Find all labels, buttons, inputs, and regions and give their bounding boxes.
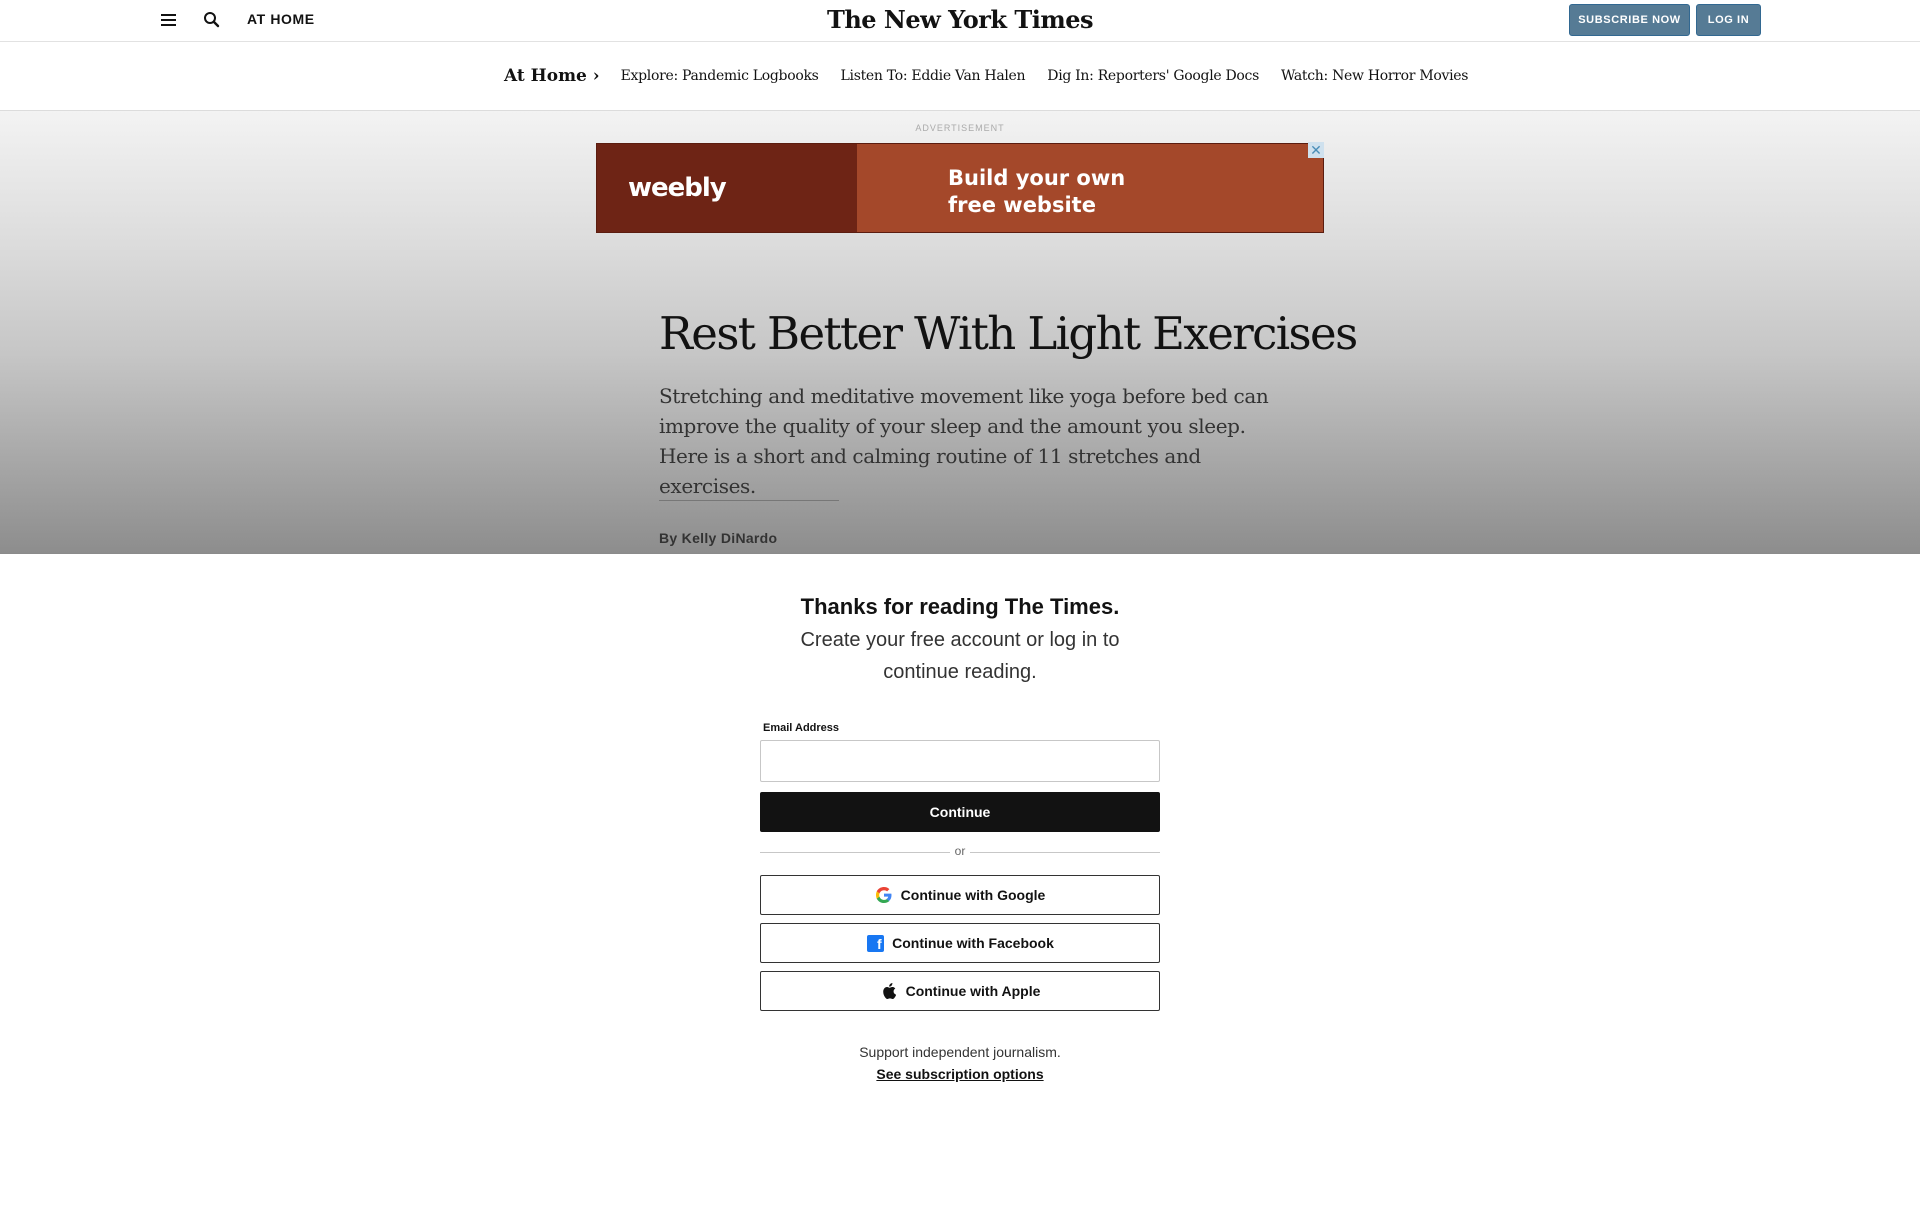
- paywall-subtitle: Create your free account or log in to co…: [800, 629, 1120, 683]
- email-field[interactable]: [760, 740, 1160, 782]
- article-headline: Rest Better With Light Exercises: [659, 307, 1358, 360]
- or-label: or: [954, 844, 966, 858]
- ad-line-1: Build your own: [948, 166, 1126, 190]
- article-summary: Stretching and meditative movement like …: [659, 384, 1269, 498]
- section-subnav: At Home › Explore: Pandemic Logbooks Lis…: [0, 42, 1920, 111]
- paywall-title: Thanks for reading The Times.: [800, 594, 1120, 619]
- subnav-link-eddie-van-halen[interactable]: Listen To: Eddie Van Halen: [841, 68, 1026, 84]
- continue-with-facebook-button[interactable]: f Continue with Facebook: [760, 923, 1160, 963]
- facebook-button-label: Continue with Facebook: [892, 935, 1054, 951]
- subnav-link-horror-movies[interactable]: Watch: New Horror Movies: [1281, 68, 1468, 84]
- email-label: Email Address: [763, 722, 840, 734]
- advertisement-banner[interactable]: weebly Build your own free website: [596, 143, 1324, 233]
- top-bar: AT HOME The New York Times SUBSCRIBE NOW…: [0, 0, 1920, 41]
- ad-close-icon[interactable]: ✕: [1308, 142, 1324, 158]
- ad-line-2: free website: [948, 193, 1096, 217]
- continue-with-google-button[interactable]: Continue with Google: [760, 875, 1160, 915]
- subnav-home-link[interactable]: At Home ›: [504, 66, 600, 86]
- registration-wall: Thanks for reading The Times. Create you…: [0, 553, 1920, 1213]
- facebook-icon: f: [866, 934, 884, 952]
- subscribe-button[interactable]: SUBSCRIBE NOW: [1569, 4, 1690, 36]
- byline-rule: [659, 500, 839, 501]
- ad-copy: Build your own free website: [857, 144, 1323, 232]
- login-button[interactable]: LOG IN: [1696, 4, 1761, 36]
- or-divider: or: [760, 844, 1160, 860]
- subnav-link-pandemic-logbooks[interactable]: Explore: Pandemic Logbooks: [621, 68, 819, 84]
- subscription-options-link[interactable]: See subscription options: [0, 1066, 1920, 1082]
- article-byline[interactable]: By Kelly DiNardo: [659, 530, 777, 546]
- apple-button-label: Continue with Apple: [905, 983, 1041, 999]
- support-text: Support independent journalism.: [859, 1044, 1061, 1060]
- ad-label: ADVERTISEMENT: [915, 123, 1005, 133]
- continue-with-apple-button[interactable]: Continue with Apple: [760, 971, 1160, 1011]
- google-button-label: Continue with Google: [900, 887, 1046, 903]
- google-icon: [875, 886, 893, 904]
- continue-button[interactable]: Continue: [760, 792, 1160, 832]
- ad-brand: weebly: [597, 144, 857, 232]
- subnav-link-google-docs[interactable]: Dig In: Reporters' Google Docs: [1047, 68, 1259, 84]
- apple-icon: [880, 982, 898, 1000]
